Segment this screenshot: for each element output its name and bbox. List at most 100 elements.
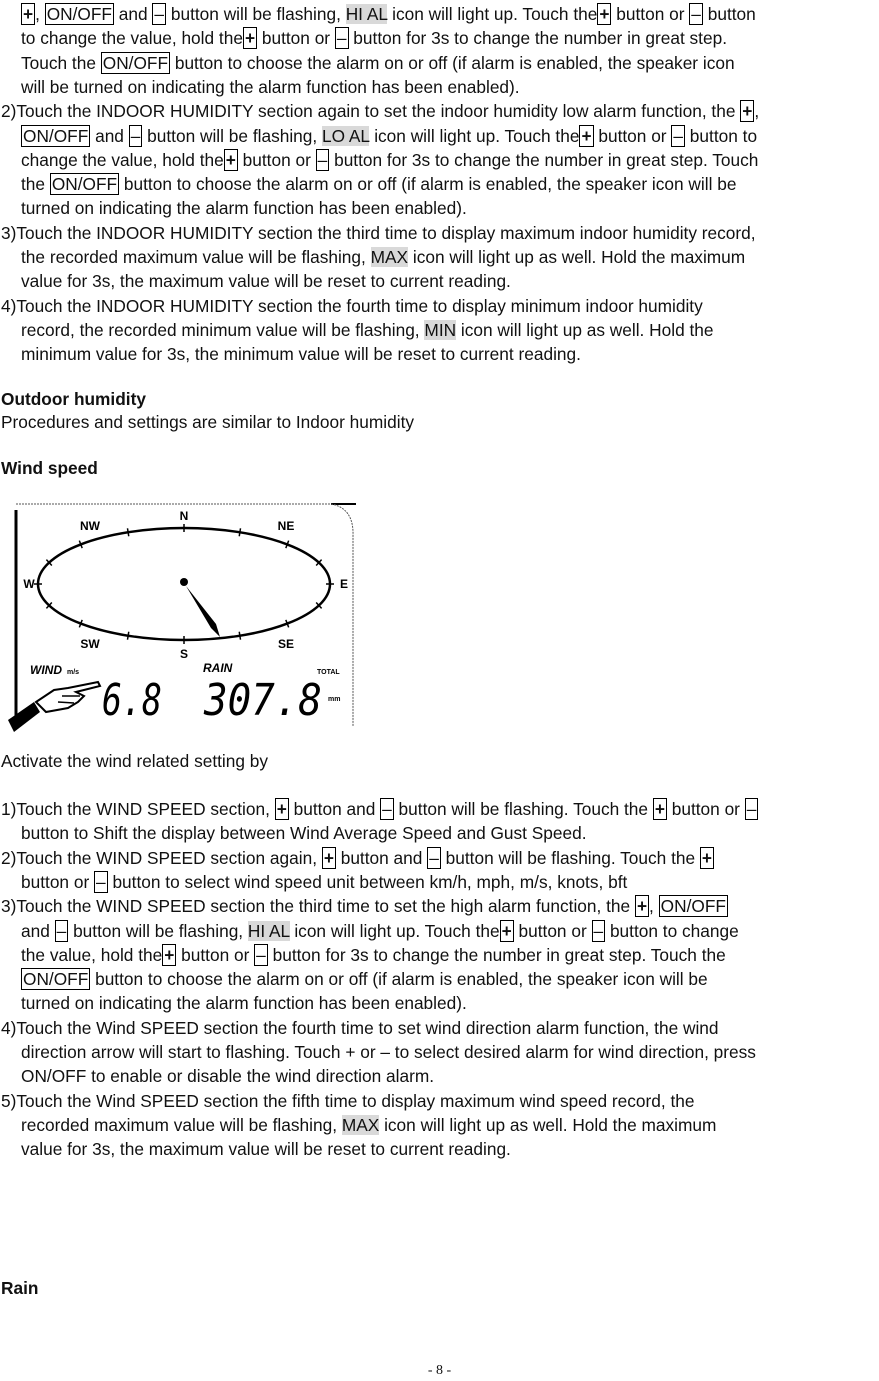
button-reference: + [579,124,594,147]
text-run: button for 3s to change the number in gr… [348,28,728,49]
text-run: icon will light up as well. Hold the max… [379,1114,717,1135]
text-run: button for 3s to change the number in gr… [329,149,759,170]
text-run: icon will light up. Touch the [369,125,580,146]
list-item-start: 2)Touch the WIND SPEED section again, + … [1,846,714,870]
outdoor-humidity-body: Procedures and settings are similar to I… [1,412,415,432]
list-item-start: 1)Touch the WIND SPEED section, + button… [1,797,759,821]
text-run: the value, hold the [21,944,163,965]
text-run: value for 3s, the maximum value will be … [21,1139,511,1160]
compass-tick [126,631,130,640]
wind-intro: Activate the wind related setting by [1,751,269,771]
text-run: button to choose the alarm on or off (if… [90,969,708,990]
text-run: 1)Touch the WIND SPEED section, [1,799,275,819]
text-run: button and [335,847,428,868]
paragraph-line: will be turned on indicating the alarm f… [21,75,520,99]
text-run: the recorded maximum value will be flash… [21,247,371,267]
button-reference: ON/OFF [658,895,728,918]
paragraph-line: button or – button to select wind speed … [21,870,627,894]
text-run: recorded maximum value will be flashing, [21,1114,342,1135]
button-reference: ON/OFF [100,51,171,74]
list-item-start: 4)Touch the INDOOR HUMIDITY section the … [1,294,703,318]
compass-e: E [340,577,348,591]
text-run: and [21,920,55,941]
wind-label: WIND [30,663,62,677]
text-run: , [649,896,659,917]
text-run: icon will light up as well. Hold the [456,319,714,340]
text-run: button to choose the alarm on or off (if… [119,174,737,195]
button-reference: + [21,3,36,25]
lcd-icon-reference: MIN [424,319,457,340]
wind-direction-arrow [186,586,220,637]
button-reference: ON/OFF [21,968,91,991]
button-reference: + [321,846,336,869]
compass-n: N [180,509,189,523]
text-run: button will be flashing, [142,125,322,146]
text-run: 3)Touch the INDOOR HUMIDITY section the … [1,222,756,243]
compass-w: W [23,577,35,591]
paragraph-line: the ON/OFF button to choose the alarm on… [21,172,736,196]
text-run: and [113,4,153,24]
button-reference: – [744,798,759,820]
paragraph-line: ON/OFF button to choose the alarm on or … [21,967,708,991]
text-run: button or [21,871,95,892]
wind-speed-value: 6.8 [102,675,162,726]
button-reference: – [380,798,394,820]
text-run: button to choose the alarm on or off (if… [170,52,735,73]
text-run: minimum value for 3s, the minimum value … [21,344,581,365]
button-reference: + [634,895,650,918]
button-reference: – [315,148,330,171]
compass-tick [238,528,242,537]
button-reference: + [499,919,514,942]
paragraph-line: direction arrow will start to flashing. … [21,1040,756,1064]
text-run: button to Shift the display between Wind… [21,823,587,844]
wind-unit: m/s [67,669,79,676]
compass-s: S [180,647,188,661]
text-run: 3)Touch the WIND SPEED section the third… [1,896,635,917]
text-run: value for 3s, the maximum value will be … [21,271,511,292]
text-run: button and [288,799,381,819]
outdoor-humidity-heading: Outdoor humidity [1,389,146,409]
button-reference: – [334,27,349,50]
lcd-icon-reference: HI AL [247,920,290,941]
text-run: 4)Touch the INDOOR HUMIDITY section the … [1,295,703,316]
text-run: button or [237,149,316,170]
text-run: 4)Touch the Wind SPEED section the fourt… [1,1017,719,1038]
button-reference: + [223,148,238,171]
wind-speed-heading: Wind speed [1,458,98,478]
button-reference: + [740,100,755,123]
button-reference: ON/OFF [49,173,120,196]
text-run: change the value, hold the [21,149,224,170]
paragraph-line: recorded maximum value will be flashing,… [21,1113,716,1137]
text-run: icon will light up. Touch the [289,920,500,941]
list-item-start: 5)Touch the Wind SPEED section the fifth… [1,1089,695,1113]
paragraph-line: turned on indicating the alarm function … [21,196,467,220]
paragraph-line: minimum value for 3s, the minimum value … [21,342,581,366]
button-reference: + [652,798,667,820]
text-run: button will be flashing, [166,4,346,24]
list-item-start: 3)Touch the INDOOR HUMIDITY section the … [1,221,756,245]
text-run: button or [593,125,672,146]
rain-label: RAIN [203,661,233,675]
button-reference: – [128,124,143,147]
paragraph-line: value for 3s, the maximum value will be … [21,1137,511,1161]
button-reference: – [671,124,685,147]
paragraph-line: to change the value, hold the + button or… [21,26,727,50]
paragraph-line: value for 3s, the maximum value will be … [21,269,511,293]
button-reference: – [254,943,268,966]
rain-total-value: 307.8 [203,675,322,726]
list-item-start: 2)Touch the INDOOR HUMIDITY section agai… [1,99,759,123]
list-item-start: 4)Touch the Wind SPEED section the fourt… [1,1016,719,1040]
text-run: to change the value, hold the [21,28,243,49]
text-run: record, the recorded minimum value will … [21,319,425,340]
text-run: Touch the [21,52,101,73]
button-reference: – [689,3,703,25]
button-reference: – [591,919,606,942]
text-run: button for 3s to change the number in gr… [267,944,726,965]
text-run: button or [666,799,745,819]
text-run: button or [176,944,255,965]
button-reference: – [54,919,69,942]
paragraph-line: ON/OFF and – button will be flashing, LO… [21,124,757,148]
text-run: icon will light up. Touch the [387,4,598,24]
paragraph-line: change the value, hold the + button or – … [21,148,758,172]
button-reference: – [94,870,108,893]
